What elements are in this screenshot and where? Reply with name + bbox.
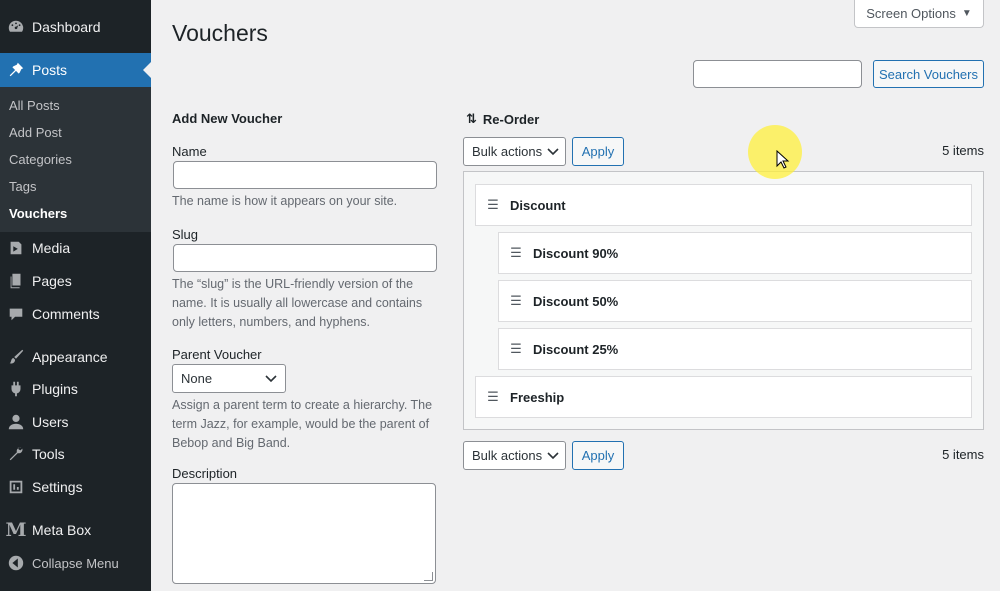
chevron-down-icon xyxy=(547,144,559,159)
menu-item-media[interactable]: Media xyxy=(0,231,151,265)
description-textarea[interactable] xyxy=(172,483,436,584)
submenu-add-post[interactable]: Add Post xyxy=(9,125,62,140)
menu-label: Posts xyxy=(32,62,68,78)
slug-label: Slug xyxy=(172,227,199,242)
submenu-tags[interactable]: Tags xyxy=(9,179,36,194)
bulk-actions-label: Bulk actions xyxy=(472,144,543,159)
menu-label: Settings xyxy=(32,479,83,495)
metabox-m-icon: M xyxy=(5,519,27,541)
slug-field[interactable] xyxy=(173,244,437,272)
collapse-arrow-icon xyxy=(0,554,32,572)
collapse-menu-button[interactable]: Collapse Menu xyxy=(0,546,151,580)
name-help: The name is how it appears on your site. xyxy=(172,194,398,208)
menu-label: Pages xyxy=(32,273,72,289)
parent-voucher-select[interactable]: None xyxy=(172,364,286,393)
menu-item-meta-box[interactable]: M Meta Box xyxy=(0,513,151,547)
menu-item-settings[interactable]: Settings xyxy=(0,470,151,504)
users-icon xyxy=(0,413,32,431)
sort-arrows-icon: ⇅ xyxy=(466,111,477,126)
menu-label: Media xyxy=(32,240,71,256)
posts-submenu: All Posts Add Post Categories Tags Vouch… xyxy=(0,87,151,232)
parent-help: Assign a parent term to create a hierarc… xyxy=(172,398,433,450)
parent-label: Parent Voucher xyxy=(172,347,262,362)
comments-icon xyxy=(0,305,32,323)
search-input[interactable] xyxy=(693,60,862,88)
list-item-label: Discount xyxy=(510,197,566,213)
reorder-label: Re-Order xyxy=(482,111,540,127)
add-new-heading: Add New Voucher xyxy=(172,111,283,126)
submenu-categories[interactable]: Categories xyxy=(9,152,72,167)
chevron-down-icon xyxy=(547,448,559,463)
menu-item-plugins[interactable]: Plugins xyxy=(0,372,151,406)
menu-item-appearance[interactable]: Appearance xyxy=(0,340,151,374)
mouse-pointer-icon xyxy=(776,150,790,169)
wrench-icon xyxy=(0,445,32,463)
caret-down-icon: ▼ xyxy=(961,8,972,19)
items-count-top: 5 items xyxy=(942,143,984,158)
submenu-all-posts[interactable]: All Posts xyxy=(9,98,60,113)
menu-label: Users xyxy=(32,414,69,430)
menu-item-comments[interactable]: Comments xyxy=(0,297,151,331)
drag-handle-icon[interactable]: ☰ xyxy=(476,197,510,213)
search-vouchers-button[interactable]: Search Vouchers xyxy=(873,60,984,88)
menu-item-tools[interactable]: Tools xyxy=(0,437,151,471)
list-item-label: Freeship xyxy=(510,389,565,405)
slug-help: The “slug” is the URL-friendly version o… xyxy=(172,277,423,329)
screen-options-button[interactable]: Screen Options ▼ xyxy=(854,0,984,28)
menu-label: Comments xyxy=(32,306,100,322)
dashboard-icon xyxy=(0,18,32,36)
voucher-list: ☰ Discount ☰ Discount 90% ☰ Discount 50%… xyxy=(463,171,984,430)
menu-item-dashboard[interactable]: Dashboard xyxy=(0,10,151,44)
list-item-label: Discount 25% xyxy=(533,341,619,357)
plugin-icon xyxy=(0,380,32,398)
collapse-label: Collapse Menu xyxy=(32,555,119,571)
list-item-label: Discount 90% xyxy=(533,245,619,261)
parent-select-value: None xyxy=(181,371,213,386)
apply-button-top[interactable]: Apply xyxy=(572,137,624,166)
bulk-actions-select-bottom[interactable]: Bulk actions xyxy=(463,441,566,470)
name-field[interactable] xyxy=(173,161,437,189)
drag-handle-icon[interactable]: ☰ xyxy=(476,389,510,405)
menu-label: Plugins xyxy=(32,381,78,397)
drag-handle-icon[interactable]: ☰ xyxy=(499,245,533,261)
apply-button-bottom[interactable]: Apply xyxy=(572,441,624,470)
list-item[interactable]: ☰ Discount 25% xyxy=(498,328,972,370)
admin-sidebar: Dashboard Posts All Posts Add Post Categ… xyxy=(0,0,151,591)
menu-item-pages[interactable]: Pages xyxy=(0,264,151,298)
screen-options-label: Screen Options xyxy=(866,6,956,21)
menu-label: Appearance xyxy=(32,349,108,365)
menu-item-users[interactable]: Users xyxy=(0,405,151,439)
name-label: Name xyxy=(172,144,207,159)
list-item[interactable]: ☰ Freeship xyxy=(475,376,972,418)
page-title: Vouchers xyxy=(172,20,268,46)
drag-handle-icon[interactable]: ☰ xyxy=(499,293,533,309)
menu-label: Dashboard xyxy=(32,19,101,35)
list-item-label: Discount 50% xyxy=(533,293,619,309)
items-count-bottom: 5 items xyxy=(942,447,984,462)
list-item[interactable]: ☰ Discount 50% xyxy=(498,280,972,322)
settings-icon xyxy=(0,478,32,496)
drag-handle-icon[interactable]: ☰ xyxy=(499,341,533,357)
paintbrush-icon xyxy=(0,348,32,366)
submenu-vouchers[interactable]: Vouchers xyxy=(9,206,67,221)
menu-item-posts[interactable]: Posts xyxy=(0,53,151,87)
list-item[interactable]: ☰ Discount xyxy=(475,184,972,226)
bulk-actions-select-top[interactable]: Bulk actions xyxy=(463,137,566,166)
media-icon xyxy=(0,239,32,257)
menu-label: Meta Box xyxy=(32,522,92,538)
menu-label: Tools xyxy=(32,446,65,462)
bulk-actions-label: Bulk actions xyxy=(472,448,543,463)
description-label: Description xyxy=(172,466,238,481)
list-item[interactable]: ☰ Discount 90% xyxy=(498,232,972,274)
cursor-highlight xyxy=(748,125,802,179)
chevron-down-icon xyxy=(265,371,277,386)
pushpin-icon xyxy=(0,61,32,79)
pages-icon xyxy=(0,272,32,290)
reorder-link[interactable]: ⇅ Re-Order xyxy=(466,111,539,127)
